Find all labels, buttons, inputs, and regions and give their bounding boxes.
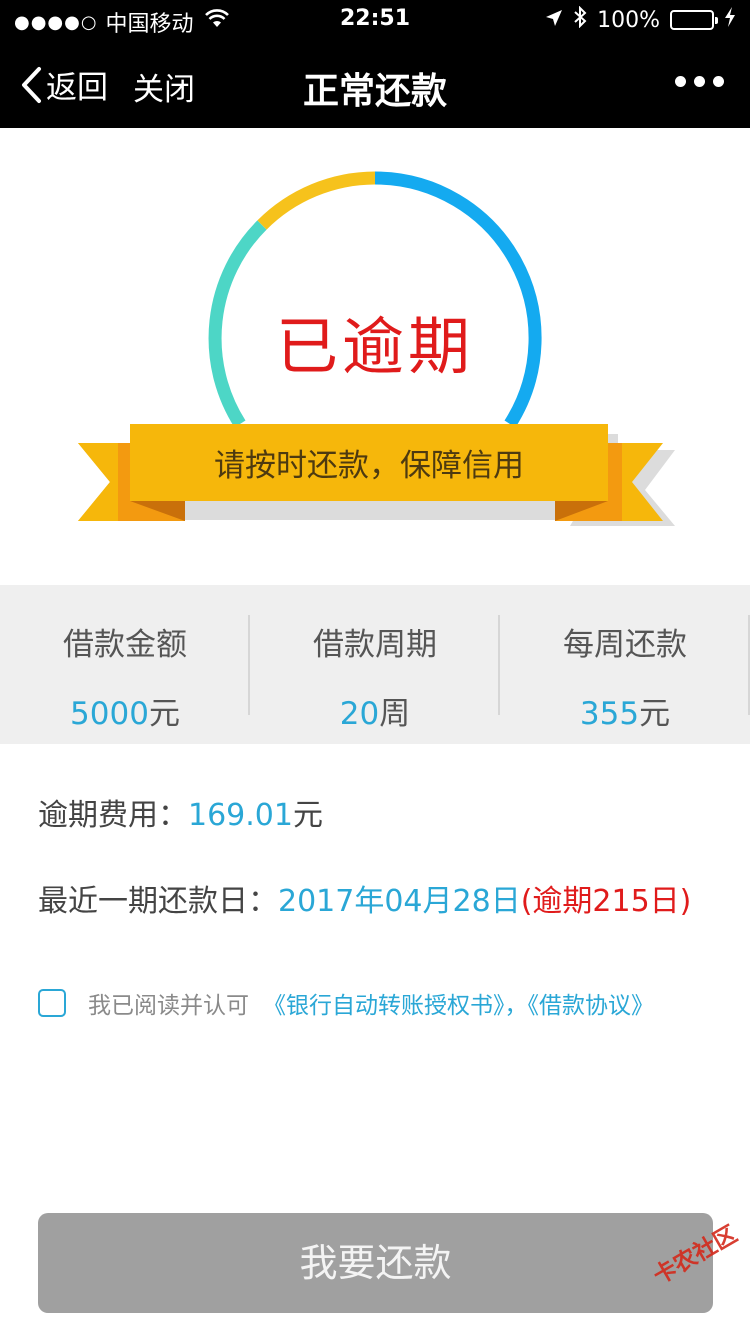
overdue-status-text: 已逾期 <box>275 310 474 383</box>
charging-bolt-icon <box>724 7 736 33</box>
summary-label: 借款周期 <box>313 627 437 663</box>
loan-summary: 借款金额 5000元 借款周期 20周 每周还款 355元 <box>0 585 750 744</box>
summary-value: 355元 <box>579 696 671 732</box>
more-dot-icon <box>713 76 724 87</box>
battery-percent: 100% <box>597 7 660 33</box>
overdue-fee-label: 逾期费用： <box>38 798 188 833</box>
status-right: 100% <box>545 5 736 34</box>
agreement-text: 我已阅读并认可 <box>88 993 249 1019</box>
due-date-row: 最近一期还款日：2017年04月28日(逾期215日) <box>38 876 691 920</box>
summary-loan-period: 借款周期 20周 <box>250 585 500 744</box>
due-date-label: 最近一期还款日： <box>38 884 278 919</box>
ribbon-tail-left-tip <box>78 443 118 521</box>
nav-bar: 返回 关闭 正常还款 <box>0 40 750 128</box>
status-bar: ●●●●○ 中国移动 22:51 100% <box>0 0 750 40</box>
overdue-days: (逾期215日) <box>520 884 692 919</box>
summary-label: 借款金额 <box>63 627 187 663</box>
due-date-value: 2017年04月28日 <box>278 884 521 919</box>
overdue-fee-value: 169.01 <box>188 798 293 833</box>
more-menu-button[interactable] <box>675 76 724 87</box>
summary-label: 每周还款 <box>563 627 687 663</box>
agreement-checkbox[interactable] <box>38 989 66 1017</box>
repay-button[interactable]: 我要还款 <box>38 1213 713 1313</box>
battery-icon <box>670 10 718 30</box>
location-arrow-icon <box>545 8 563 33</box>
ring-arc-yellow <box>257 171 376 230</box>
summary-loan-amount: 借款金额 5000元 <box>0 585 250 744</box>
page-title: 正常还款 <box>302 71 447 112</box>
status-hero: 已逾期 请按时还款，保障信用 <box>0 128 750 585</box>
agreement-links[interactable]: 《银行自动转账授权书》，《借款协议》 <box>263 986 654 1020</box>
overdue-fee-row: 逾期费用：169.01元 <box>38 790 323 834</box>
more-dot-icon <box>694 76 705 87</box>
more-dot-icon <box>675 76 686 87</box>
summary-weekly-payment: 每周还款 355元 <box>500 585 750 744</box>
overdue-fee-unit: 元 <box>292 798 323 833</box>
summary-value: 5000元 <box>70 696 180 732</box>
agreement-row: 我已阅读并认可 《银行自动转账授权书》，《借款协议》 <box>38 986 654 1020</box>
bluetooth-icon <box>573 5 587 34</box>
summary-value: 20周 <box>339 696 411 732</box>
ribbon-slogan: 请按时还款，保障信用 <box>214 448 524 484</box>
